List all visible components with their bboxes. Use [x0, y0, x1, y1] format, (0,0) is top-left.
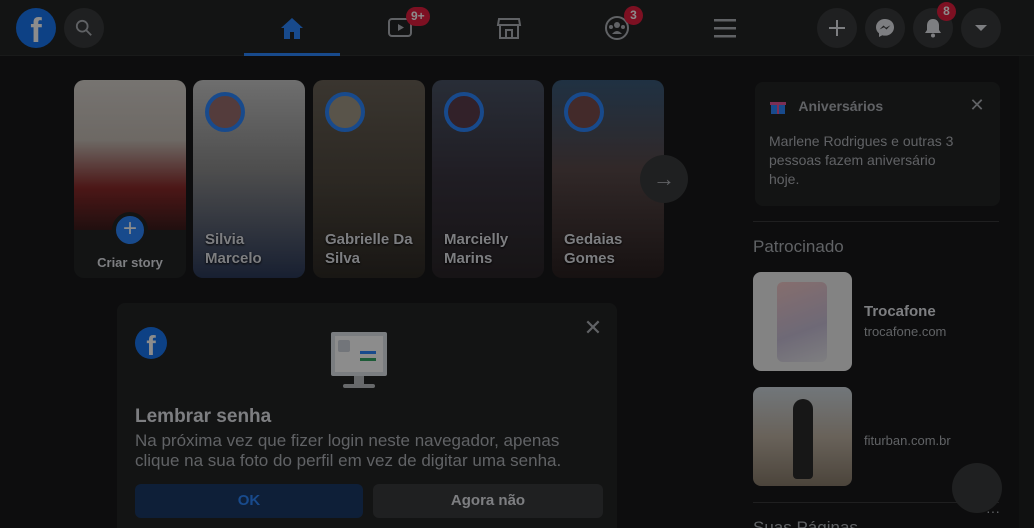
divider: [753, 221, 999, 222]
tab-watch[interactable]: 9+: [352, 0, 448, 56]
tab-menu[interactable]: [677, 0, 773, 56]
arrow-right-icon: →: [653, 166, 675, 191]
not-now-button[interactable]: Agora não: [373, 484, 603, 518]
story-author: Gedaias Gomes: [564, 231, 623, 267]
story-author: Marcielly Marins: [444, 231, 509, 267]
plus-icon: [829, 20, 845, 36]
facebook-feed: f 9+ 3 8 + Criar story Silvia Marcelo Ga…: [0, 0, 1034, 528]
stories-next-button[interactable]: →: [640, 155, 688, 203]
ad-image-fiturban[interactable]: [753, 387, 852, 486]
scrollbar[interactable]: [1019, 56, 1034, 528]
ad-url: trocafone.com: [864, 324, 947, 339]
ok-button[interactable]: OK: [135, 484, 363, 518]
dialog-description: Na próxima vez que fizer login neste nav…: [135, 431, 562, 470]
gift-icon: [769, 97, 787, 118]
search-icon: [75, 19, 92, 36]
create-story-card[interactable]: + Criar story: [74, 80, 186, 278]
caret-down-icon: [975, 25, 987, 31]
monitor-illustration-icon: [331, 332, 387, 388]
create-story-label: Criar story: [97, 255, 163, 270]
avatar: [564, 92, 604, 132]
create-button[interactable]: [817, 8, 857, 48]
add-story-icon: +: [112, 212, 148, 248]
hamburger-icon: [714, 19, 736, 38]
avatar: [444, 92, 484, 132]
account-menu-button[interactable]: [961, 8, 1001, 48]
notifications-badge: 8: [937, 2, 956, 21]
dialog-title: Lembrar senha: [135, 406, 272, 427]
tab-groups[interactable]: 3: [569, 0, 665, 56]
facebook-logo-icon: f: [135, 327, 167, 359]
profile-photo: [74, 80, 186, 230]
bell-icon: [925, 19, 941, 38]
tab-home[interactable]: [244, 0, 340, 56]
avatar: [205, 92, 245, 132]
story-author: Gabrielle Da Silva: [325, 231, 413, 267]
birthdays-title: Aniversários: [798, 98, 884, 115]
watch-badge: 9+: [406, 7, 430, 26]
new-message-button[interactable]: [952, 463, 1002, 513]
home-icon: [281, 18, 303, 39]
tab-marketplace[interactable]: [461, 0, 557, 56]
notifications-button[interactable]: 8: [913, 2, 956, 48]
store-icon: [496, 18, 522, 39]
story-card[interactable]: Marcielly Marins: [432, 80, 544, 278]
remember-password-dialog: f ✕ Lembrar senha Na próxima vez que fiz…: [117, 303, 617, 528]
messenger-button[interactable]: [865, 8, 905, 48]
birthdays-header: Aniversários: [769, 97, 883, 118]
story-card[interactable]: Silvia Marcelo: [193, 80, 305, 278]
facebook-logo-icon[interactable]: f: [16, 8, 56, 48]
birthdays-card: Aniversários ✕ Marlene Rodrigues e outra…: [755, 82, 1000, 206]
top-navigation-bar: f 9+ 3 8: [0, 0, 1034, 56]
close-icon[interactable]: ✕: [583, 317, 603, 339]
ad-url: fiturban.com.br: [864, 433, 951, 448]
close-icon[interactable]: ✕: [968, 96, 986, 114]
groups-badge: 3: [624, 6, 643, 25]
messenger-icon: [876, 19, 894, 37]
your-pages-title: Suas Páginas: [753, 518, 858, 528]
search-button[interactable]: [64, 8, 104, 48]
ad-image-trocafone[interactable]: [753, 272, 852, 371]
ad-title[interactable]: Trocafone: [864, 303, 936, 320]
story-author: Silvia Marcelo: [205, 231, 262, 267]
sponsored-title: Patrocinado: [753, 237, 844, 256]
avatar: [325, 92, 365, 132]
story-card[interactable]: Gabrielle Da Silva: [313, 80, 425, 278]
birthdays-text: Marlene Rodrigues e outras 3 pessoas faz…: [769, 133, 954, 187]
